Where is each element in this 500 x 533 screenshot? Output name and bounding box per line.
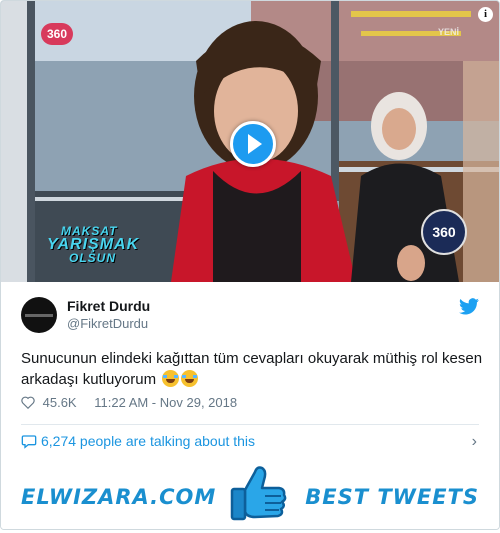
video-thumbnail[interactable]: i 360 YENİ MAKSAT YARIŞMAK OLSUN 360 [1,1,499,282]
promo-banner: ELWIZARA.COM BEST TWEETS [1,461,499,529]
chat-bubble-icon [21,435,37,449]
timestamp[interactable]: 11:22 AM - Nov 29, 2018 [94,395,237,410]
face-with-tears-of-joy-icon [162,370,180,387]
channel-logo: 360 [41,23,73,45]
site-name: ELWIZARA.COM [21,485,217,509]
show-title-logo: MAKSAT YARIŞMAK OLSUN [41,225,141,264]
microphone-logo: 360 [421,209,467,255]
show-title-line-3: OLSUN [69,251,116,265]
show-title-line-2: YARIŞMAK [47,236,140,253]
info-icon[interactable]: i [478,7,493,22]
divider [21,424,479,425]
tweet-meta: 45.6K 11:22 AM - Nov 29, 2018 [21,395,237,413]
like-count[interactable]: 45.6K [43,395,77,410]
chevron-right-icon[interactable]: › [472,433,477,451]
banner-tagline: BEST TWEETS [305,485,479,509]
talking-text[interactable]: 6,274 people are talking about this [41,433,255,449]
twitter-bird-icon[interactable] [459,298,479,315]
author-handle[interactable]: @FikretDurdu [67,316,148,331]
thumbs-up-icon [230,466,287,521]
author-name[interactable]: Fikret Durdu [67,298,150,314]
avatar[interactable] [21,297,57,333]
play-icon[interactable] [230,121,276,167]
corner-tag: YENİ [438,27,460,37]
tweet-text: Sunucunun elindeki kağıttan tüm cevaplar… [21,348,491,390]
heart-icon[interactable] [21,396,35,409]
tweet-card: i 360 YENİ MAKSAT YARIŞMAK OLSUN 360 Fik… [0,0,500,530]
talking-link[interactable]: 6,274 people are talking about this › [21,433,479,453]
face-with-tears-of-joy-icon [181,370,199,387]
tweet-body: Sunucunun elindeki kağıttan tüm cevaplar… [21,350,483,388]
